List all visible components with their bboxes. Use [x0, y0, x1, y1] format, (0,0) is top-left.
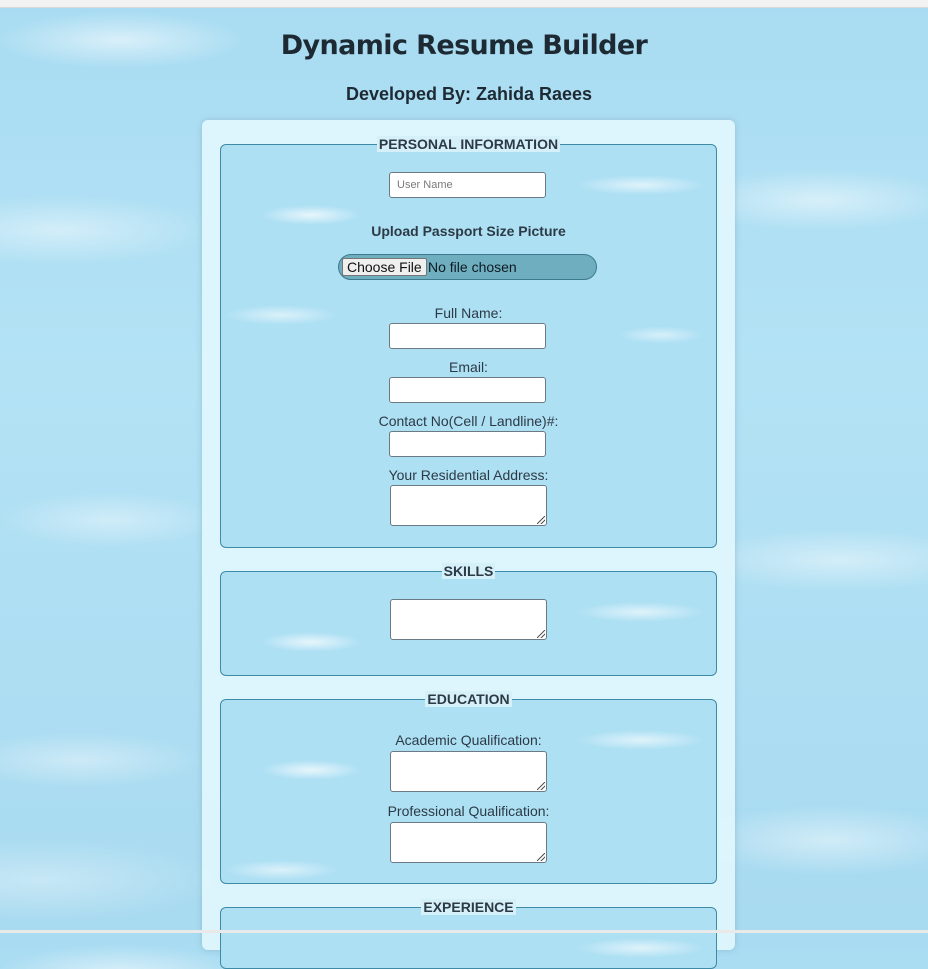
username-placeholder: User Name: [397, 179, 453, 191]
file-status-text: No file chosen: [428, 259, 517, 275]
email-input[interactable]: [389, 377, 546, 403]
username-input[interactable]: User Name: [389, 172, 546, 198]
address-textarea[interactable]: [390, 485, 547, 526]
skills-textarea[interactable]: [390, 599, 547, 640]
education-legend: EDUCATION: [425, 691, 512, 707]
skills-section: SKILLS: [220, 563, 717, 676]
resize-grip-icon[interactable]: [537, 516, 545, 524]
contact-label: Contact No(Cell / Landline)#:: [378, 413, 559, 429]
resume-form-card: PERSONAL INFORMATION User Name Upload Pa…: [202, 120, 735, 969]
developer-credit: Developed By: Zahida Raees: [345, 84, 593, 104]
email-label: Email:: [449, 359, 488, 375]
professional-qualification-label: Professional Qualification:: [387, 803, 550, 819]
full-name-input[interactable]: [389, 323, 546, 349]
personal-information-section: PERSONAL INFORMATION User Name Upload Pa…: [220, 136, 717, 548]
page-title: Dynamic Resume Builder: [280, 30, 648, 61]
skills-legend: SKILLS: [441, 563, 496, 579]
academic-qualification-textarea[interactable]: [390, 751, 547, 792]
personal-information-legend: PERSONAL INFORMATION: [376, 136, 561, 152]
browser-top-edge: [0, 0, 928, 8]
resize-grip-icon[interactable]: [537, 853, 545, 861]
upload-picture-label: Upload Passport Size Picture: [371, 223, 566, 239]
professional-qualification-textarea[interactable]: [390, 822, 547, 863]
education-section: EDUCATION Academic Qualification: Profes…: [220, 691, 717, 884]
resize-grip-icon[interactable]: [537, 630, 545, 638]
full-name-label: Full Name:: [434, 305, 503, 321]
address-label: Your Residential Address:: [388, 467, 549, 483]
choose-file-button[interactable]: Choose File: [342, 258, 427, 276]
academic-qualification-label: Academic Qualification:: [395, 732, 542, 748]
experience-section: EXPERIENCE: [220, 899, 717, 969]
resize-grip-icon[interactable]: [537, 782, 545, 790]
picture-file-input[interactable]: Choose File No file chosen: [338, 254, 597, 280]
contact-input[interactable]: [389, 431, 546, 457]
experience-legend: EXPERIENCE: [421, 899, 516, 915]
